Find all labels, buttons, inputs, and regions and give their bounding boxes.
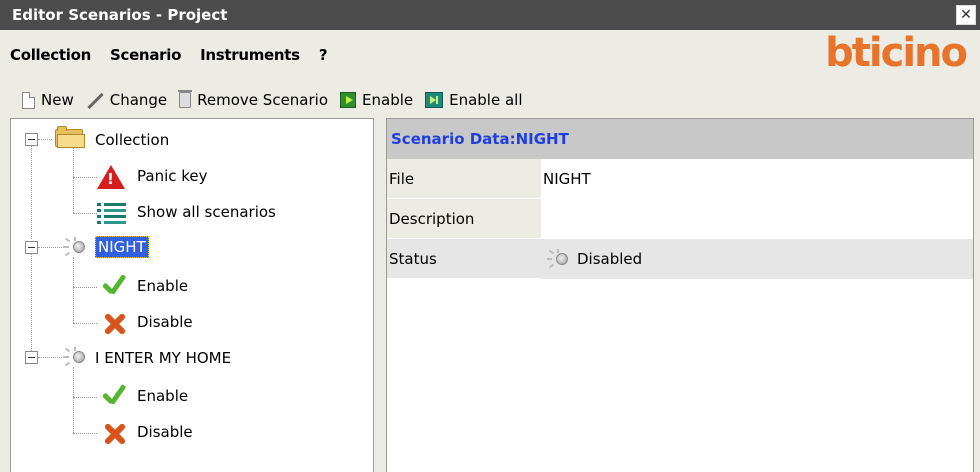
data-row-file: File NIGHT xyxy=(387,159,973,199)
close-button[interactable]: ✕ xyxy=(956,5,976,25)
title-bar: Editor Scenarios - Project ✕ xyxy=(0,0,980,30)
editor-window: Editor Scenarios - Project ✕ Collection … xyxy=(0,0,980,472)
enable-icon xyxy=(340,92,357,108)
tree-item-show-all-scenarios[interactable]: Show all scenarios xyxy=(137,203,276,221)
enable-all-button[interactable]: Enable all xyxy=(425,91,523,109)
description-key: Description xyxy=(387,199,541,239)
enable-all-icon xyxy=(425,92,444,108)
tree-item-night-disable[interactable]: Disable xyxy=(137,313,193,331)
pencil-icon xyxy=(86,91,104,109)
menu-instruments[interactable]: Instruments xyxy=(200,46,300,64)
window-title: Editor Scenarios - Project xyxy=(12,6,228,24)
data-row-description: Description xyxy=(387,199,973,239)
status-value[interactable]: Disabled xyxy=(541,239,973,279)
scenario-tree: Collection ! Panic key Show all scenario… xyxy=(10,118,374,472)
check-icon xyxy=(99,273,127,299)
new-file-icon xyxy=(22,91,35,109)
scenario-data-header: Scenario Data:NIGHT xyxy=(387,119,973,159)
tree-item-collection[interactable]: Collection xyxy=(95,131,169,149)
panel-splitter[interactable] xyxy=(374,118,386,472)
collapse-night-toggle[interactable] xyxy=(25,241,38,254)
description-value[interactable] xyxy=(541,199,973,239)
bulb-icon xyxy=(61,237,91,257)
menu-help[interactable]: ? xyxy=(319,46,328,64)
tree-item-panic-key[interactable]: Panic key xyxy=(137,167,208,185)
bticino-logo: bticino xyxy=(825,30,968,76)
tree-item-night-enable[interactable]: Enable xyxy=(137,277,188,295)
enable-all-label: Enable all xyxy=(449,91,523,109)
collapse-collection-toggle[interactable] xyxy=(25,133,38,146)
enable-label: Enable xyxy=(362,91,414,109)
x-icon xyxy=(101,311,127,337)
menu-scenario[interactable]: Scenario xyxy=(110,46,181,64)
tree-item-i-enter-my-home[interactable]: I ENTER MY HOME xyxy=(95,349,231,367)
bulb-icon xyxy=(61,347,91,367)
tree-item-home-disable[interactable]: Disable xyxy=(137,423,193,441)
collapse-i-enter-my-home-toggle[interactable] xyxy=(25,351,38,364)
remove-scenario-button[interactable]: Remove Scenario xyxy=(178,90,329,109)
check-icon xyxy=(99,383,127,409)
status-text: Disabled xyxy=(577,250,643,268)
list-icon xyxy=(97,201,127,225)
folder-icon xyxy=(55,125,85,149)
scenario-data-panel: Scenario Data:NIGHT File NIGHT Descripti… xyxy=(386,118,974,472)
bulb-icon xyxy=(547,249,573,269)
trash-icon xyxy=(178,90,193,108)
change-button[interactable]: Change xyxy=(86,91,167,109)
file-key: File xyxy=(387,159,541,199)
change-label: Change xyxy=(109,91,168,109)
remove-label: Remove Scenario xyxy=(197,91,329,109)
new-label: New xyxy=(41,91,74,109)
x-icon xyxy=(101,421,127,447)
enable-button[interactable]: Enable xyxy=(340,91,413,109)
new-button[interactable]: New xyxy=(22,91,74,109)
menu-collection[interactable]: Collection xyxy=(10,46,91,64)
menu-bar: Collection Scenario Instruments ? bticin… xyxy=(0,30,980,78)
file-value[interactable]: NIGHT xyxy=(541,159,973,199)
status-key: Status xyxy=(387,239,541,279)
tree-item-night[interactable]: NIGHT xyxy=(95,236,149,258)
data-row-status: Status Disabled xyxy=(387,239,973,279)
toolbar: New Change Remove Scenario Enable Enable… xyxy=(0,86,535,114)
tree-item-home-enable[interactable]: Enable xyxy=(137,387,188,405)
